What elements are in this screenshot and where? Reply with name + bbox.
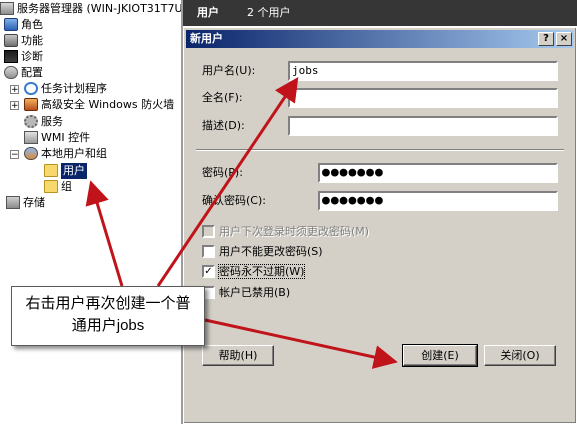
tree-item-configuration[interactable]: 配置 <box>4 65 43 81</box>
tree-item-task-scheduler[interactable]: 任务计划程序 <box>24 81 107 97</box>
tree-item-label: 功能 <box>21 34 43 47</box>
tree-item-label: WMI 控件 <box>41 131 91 144</box>
fullname-label: 全名(F): <box>202 91 243 104</box>
clock-icon <box>24 82 38 95</box>
annotation-callout: 右击用户再次创建一个普 通用户jobs <box>11 286 205 346</box>
new-user-dialog: 新用户 ? × 用户名(U): jobs 全名(F): 描述(D): 密码(P)… <box>183 27 577 424</box>
account-disabled-label: 帐户已禁用(B) <box>219 286 291 299</box>
tree-item-wmi[interactable]: WMI 控件 <box>24 130 90 146</box>
diagnostics-icon <box>4 50 18 63</box>
description-field[interactable] <box>288 116 558 136</box>
tree-item-label: 存储 <box>23 196 45 209</box>
gear-icon <box>24 115 38 128</box>
firewall-icon <box>24 98 38 111</box>
tree-item-label: 高级安全 Windows 防火墙 <box>41 98 175 111</box>
server-icon <box>0 2 14 15</box>
folder-icon <box>44 164 58 177</box>
close-title-button[interactable]: × <box>556 32 572 46</box>
tree-item-diagnostics[interactable]: 诊断 <box>4 49 43 65</box>
must-change-password-option: 用户下次登录时须更改密码(M) <box>202 225 369 241</box>
tree-item-features[interactable]: 功能 <box>4 33 43 49</box>
tree-item-label: 角色 <box>21 18 43 31</box>
tree-item-label: 任务计划程序 <box>41 82 107 95</box>
tree-item-label: 配置 <box>21 66 43 79</box>
tree-item-label: 用户 <box>61 163 87 179</box>
folder-icon <box>44 180 58 193</box>
expand-firewall-button[interactable]: + <box>10 101 19 111</box>
tree-item-users[interactable]: 用户 <box>44 163 87 179</box>
tree-item-storage[interactable]: 存储 <box>6 195 45 211</box>
tree-item-roles[interactable]: 角色 <box>4 17 43 33</box>
password-never-expires-option[interactable]: ✓ 密码永不过期(W) <box>202 264 306 281</box>
close-button[interactable]: 关闭(O) <box>484 345 556 366</box>
username-label: 用户名(U): <box>202 64 256 77</box>
roles-icon <box>4 18 18 31</box>
navigation-tree: 服务器管理器 (WIN-JKIOT31T7U 角色 功能 诊断 配置 + 任务计… <box>0 0 183 424</box>
expand-task-scheduler-button[interactable]: + <box>10 85 19 95</box>
separator <box>196 149 564 151</box>
cannot-change-password-option[interactable]: 用户不能更改密码(S) <box>202 245 323 261</box>
tree-item-firewall[interactable]: 高级安全 Windows 防火墙 <box>24 97 174 113</box>
tree-item-label: 服务 <box>41 115 63 128</box>
confirm-password-label: 确认密码(C): <box>202 194 266 207</box>
tree-item-label: 组 <box>61 180 72 193</box>
confirm-password-field[interactable]: ●●●●●●● <box>318 191 558 211</box>
users-pane-header: 用户 2 个用户 <box>183 0 577 26</box>
dialog-titlebar[interactable]: 新用户 ? × <box>186 30 574 48</box>
configuration-icon <box>4 66 18 79</box>
tree-item-groups[interactable]: 组 <box>44 179 72 195</box>
help-title-button[interactable]: ? <box>538 32 554 46</box>
username-field[interactable]: jobs <box>288 61 558 81</box>
must-change-password-checkbox <box>202 225 215 238</box>
password-never-expires-checkbox[interactable]: ✓ <box>202 265 215 278</box>
password-label: 密码(P): <box>202 166 243 179</box>
password-field[interactable]: ●●●●●●● <box>318 163 558 183</box>
tree-item-local-users-groups[interactable]: 本地用户和组 <box>24 146 107 162</box>
tree-root-label: 服务器管理器 (WIN-JKIOT31T7U <box>17 2 183 15</box>
wmi-icon <box>24 131 38 144</box>
account-disabled-option[interactable]: 帐户已禁用(B) <box>202 286 290 302</box>
tree-item-label: 诊断 <box>21 50 43 63</box>
must-change-password-label: 用户下次登录时须更改密码(M) <box>219 225 370 238</box>
tree-item-label: 本地用户和组 <box>41 147 107 160</box>
dialog-title: 新用户 <box>190 32 223 45</box>
tree-item-services[interactable]: 服务 <box>24 114 63 130</box>
description-label: 描述(D): <box>202 119 245 132</box>
password-never-expires-label: 密码永不过期(W) <box>217 264 306 279</box>
storage-icon <box>6 196 20 209</box>
callout-line-2: 通用户jobs <box>71 317 145 334</box>
cannot-change-password-checkbox[interactable] <box>202 245 215 258</box>
help-button[interactable]: 帮助(H) <box>202 345 274 366</box>
fullname-field[interactable] <box>288 88 558 108</box>
users-pane-title: 用户 <box>197 6 219 19</box>
features-icon <box>4 34 18 47</box>
user-count: 2 个用户 <box>247 6 291 19</box>
tree-root[interactable]: 服务器管理器 (WIN-JKIOT31T7U <box>0 1 183 17</box>
callout-line-1: 右击用户再次创建一个普 <box>25 295 191 312</box>
users-groups-icon <box>24 147 38 160</box>
collapse-local-users-button[interactable]: − <box>10 150 19 160</box>
cannot-change-password-label: 用户不能更改密码(S) <box>219 245 323 258</box>
create-button[interactable]: 创建(E) <box>402 344 478 367</box>
